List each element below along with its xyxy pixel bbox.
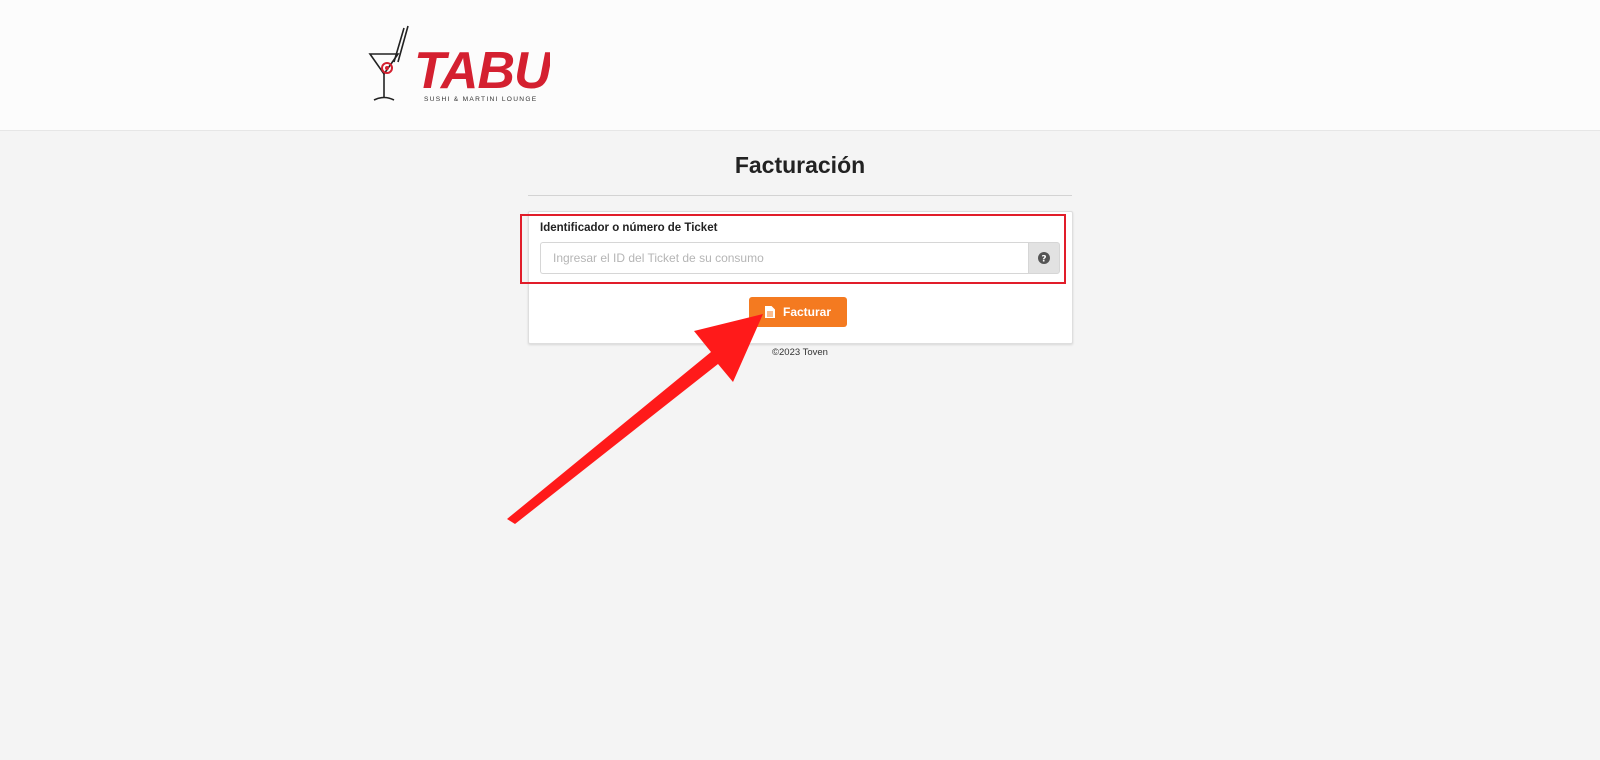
ticket-help-button[interactable]: ? <box>1028 242 1060 274</box>
facturar-button[interactable]: Facturar <box>749 297 847 327</box>
ticket-id-input[interactable] <box>540 242 1028 274</box>
page-title: Facturación <box>734 152 866 178</box>
facturar-button-label: Facturar <box>782 305 832 319</box>
svg-text:?: ? <box>1041 254 1046 264</box>
title-divider <box>528 195 1072 196</box>
logo-tagline: SUSHI & MARTINI LOUNGE <box>424 96 537 103</box>
ticket-id-label: Identificador o número de Ticket <box>540 222 718 234</box>
logo-wordmark: TABU <box>414 42 550 100</box>
question-circle-icon: ? <box>1038 252 1050 264</box>
top-header: TABU SUSHI & MARTINI LOUNGE <box>0 0 1600 131</box>
tabu-logo[interactable]: TABU SUSHI & MARTINI LOUNGE <box>368 24 550 106</box>
footer-copyright: ©2023 Toven <box>772 347 828 358</box>
document-icon <box>764 306 775 318</box>
